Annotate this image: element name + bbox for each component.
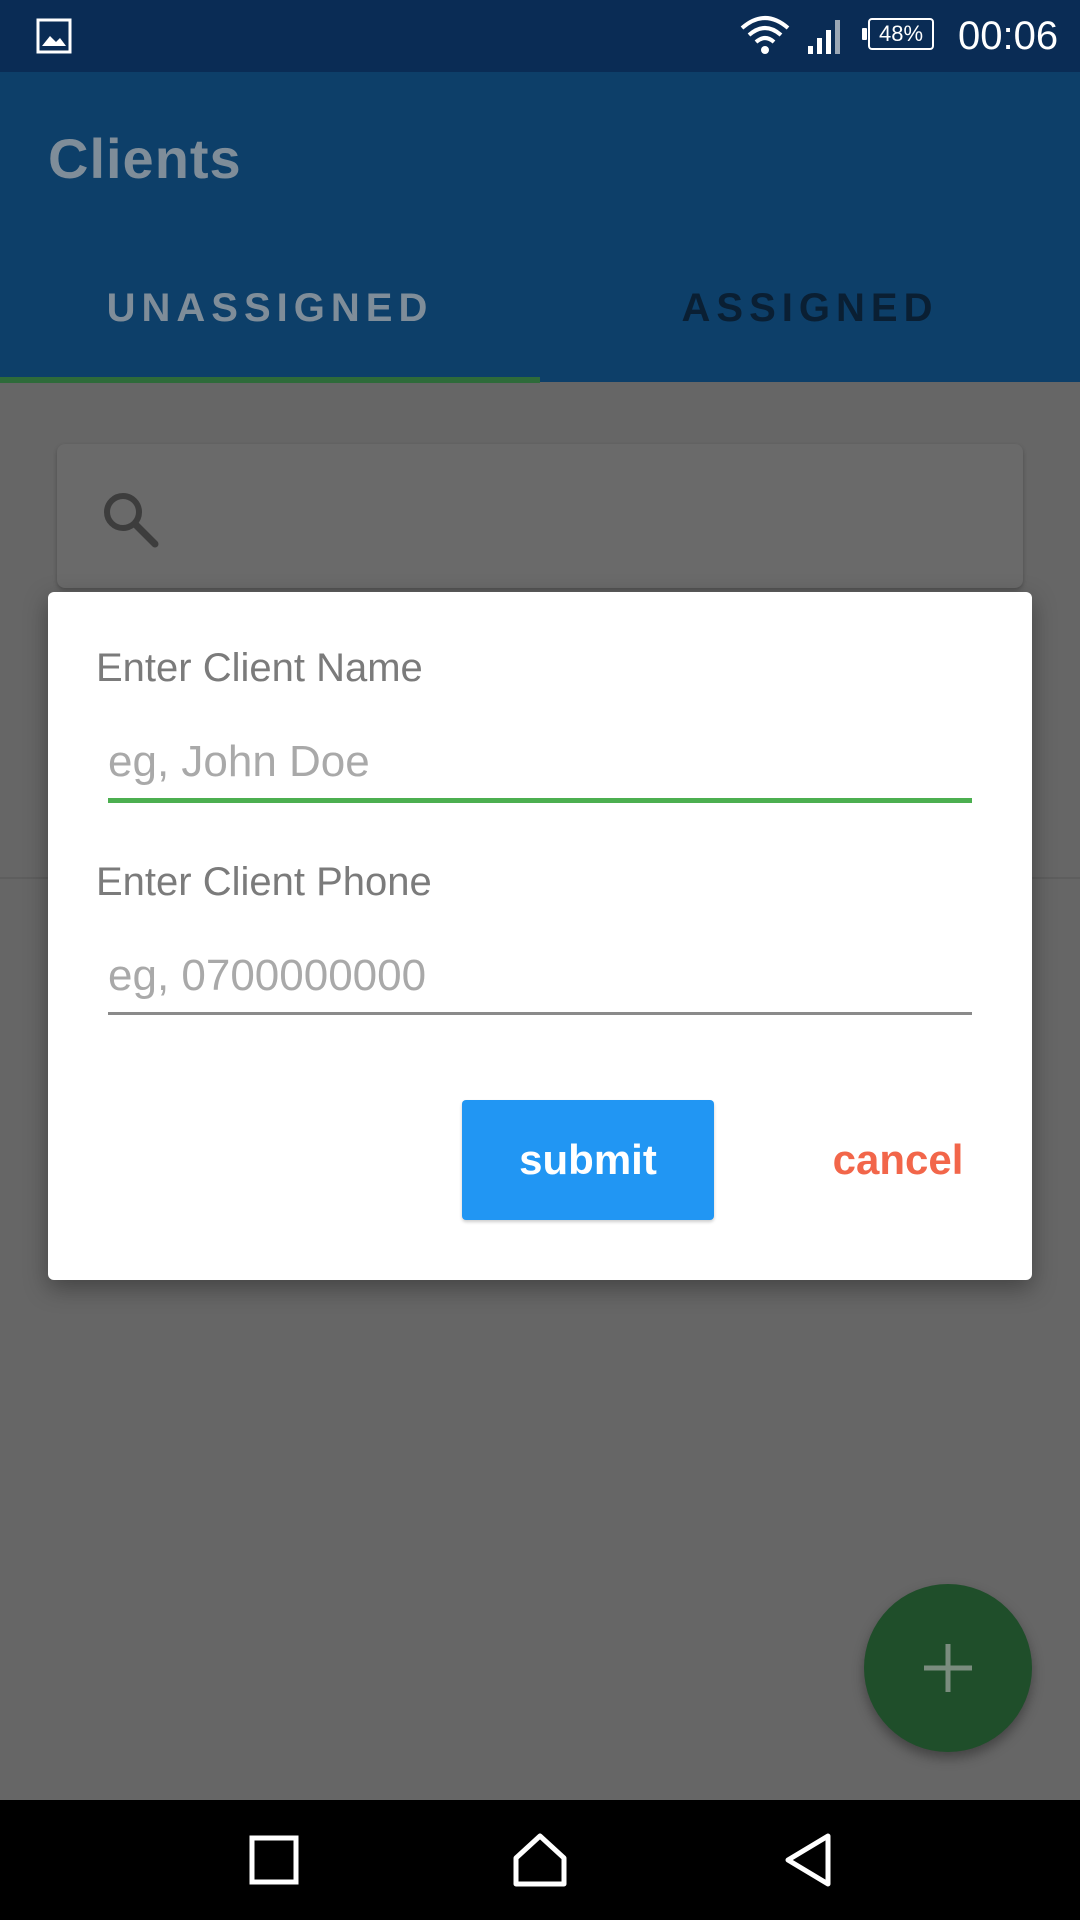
app-bar: Clients UNASSIGNED ASSIGNED [0,72,1080,383]
search-bar[interactable] [57,444,1023,588]
back-icon[interactable] [782,1832,838,1888]
client-name-input[interactable] [108,726,972,803]
navigation-bar [0,1800,1080,1920]
recents-icon[interactable] [246,1832,302,1888]
client-name-label: Enter Client Name [96,646,423,690]
status-bar: 48% 00:06 [0,0,1080,72]
search-icon [104,493,159,548]
page-title: Clients [48,127,242,190]
add-client-dialog: Enter Client Name Enter Client Phone sub… [48,592,1032,1280]
signal-icon [808,20,840,54]
client-phone-label: Enter Client Phone [96,860,432,904]
add-client-button[interactable] [864,1584,1032,1752]
battery-icon: 48% [862,18,934,50]
submit-button[interactable]: submit [462,1100,714,1220]
cancel-button[interactable]: cancel [778,1100,1018,1220]
plus-icon [924,1644,972,1692]
tab-indicator [0,377,540,383]
tab-unassigned[interactable]: UNASSIGNED [0,286,540,331]
client-phone-input[interactable] [108,940,972,1015]
home-icon[interactable] [512,1832,568,1888]
status-time: 00:06 [958,14,1059,58]
gallery-icon [36,18,72,54]
tab-assigned[interactable]: ASSIGNED [540,286,1080,331]
wifi-icon [740,16,790,54]
